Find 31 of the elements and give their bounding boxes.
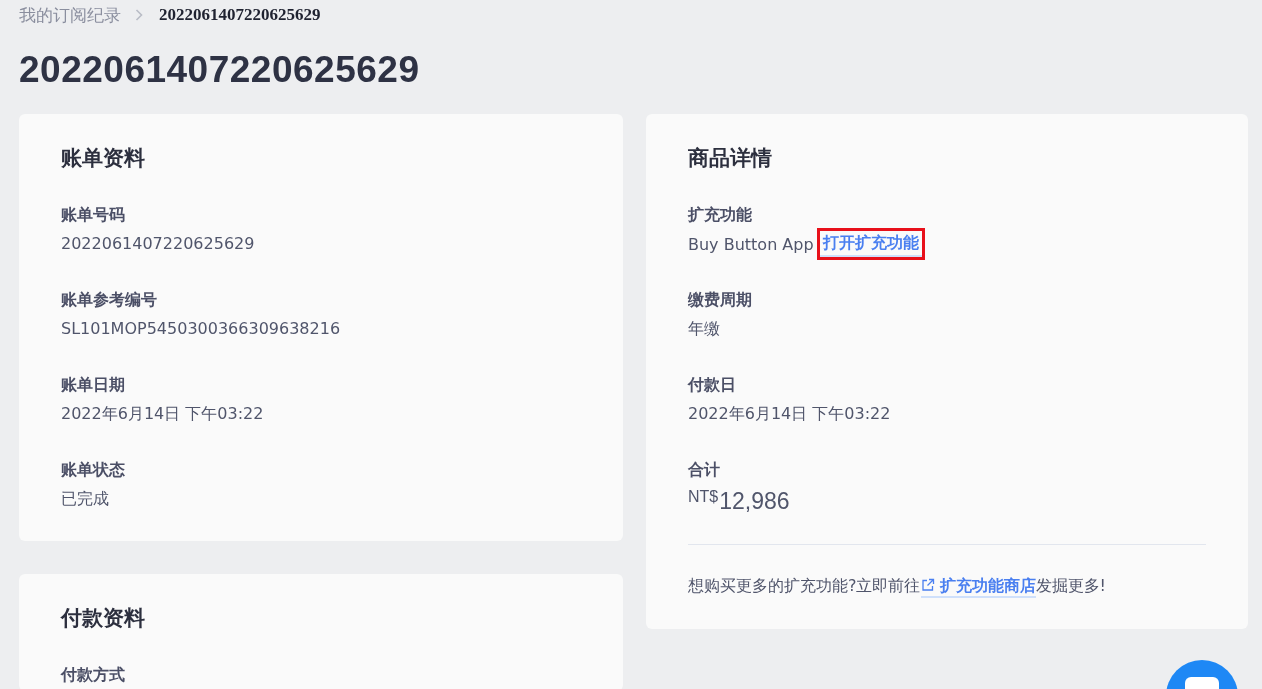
field-label: 扩充功能 (688, 204, 752, 226)
open-extension-link[interactable]: 打开扩充功能 (819, 231, 922, 257)
total-amount: 12,986 (719, 487, 790, 516)
card-heading: 付款资料 (61, 605, 146, 632)
breadcrumb-link[interactable]: 我的订阅纪录 (19, 3, 121, 27)
field-value: Buy Button App (688, 234, 814, 254)
field-label: 账单状态 (61, 459, 125, 481)
page-title: 2022061407220625629 (19, 48, 421, 92)
promo-text: 想购买更多的扩充功能?立即前往 扩充功能商店发掘更多! (688, 574, 1206, 598)
field-value: 已完成 (61, 488, 110, 510)
external-link-icon (920, 578, 935, 592)
currency-label: NT$ (688, 487, 719, 507)
field-value: 2022061407220625629 (61, 233, 256, 255)
field-label: 付款方式 (61, 664, 125, 686)
store-link[interactable]: 扩充功能商店 (920, 576, 1036, 598)
field-value: SL101MOP5450300366309638216 (61, 318, 342, 340)
field-label: 账单号码 (61, 204, 125, 226)
field-label: 账单日期 (61, 374, 125, 396)
chat-button[interactable] (1166, 660, 1238, 689)
field-value: 年缴 (688, 318, 721, 340)
field-label: 账单参考编号 (61, 289, 157, 311)
field-label: 缴费周期 (688, 289, 752, 311)
chat-icon (1166, 660, 1238, 689)
card-heading: 账单资料 (61, 145, 146, 172)
chevron-right-icon (135, 9, 143, 21)
field-value: 2022年6月14日 下午03:22 (61, 403, 265, 425)
field-label: 合计 (688, 459, 720, 481)
field-label: 付款日 (688, 374, 736, 396)
field-value: 2022年6月14日 下午03:22 (688, 403, 892, 425)
card-heading: 商品详情 (688, 145, 773, 172)
breadcrumb-current: 2022061407220625629 (159, 5, 321, 25)
